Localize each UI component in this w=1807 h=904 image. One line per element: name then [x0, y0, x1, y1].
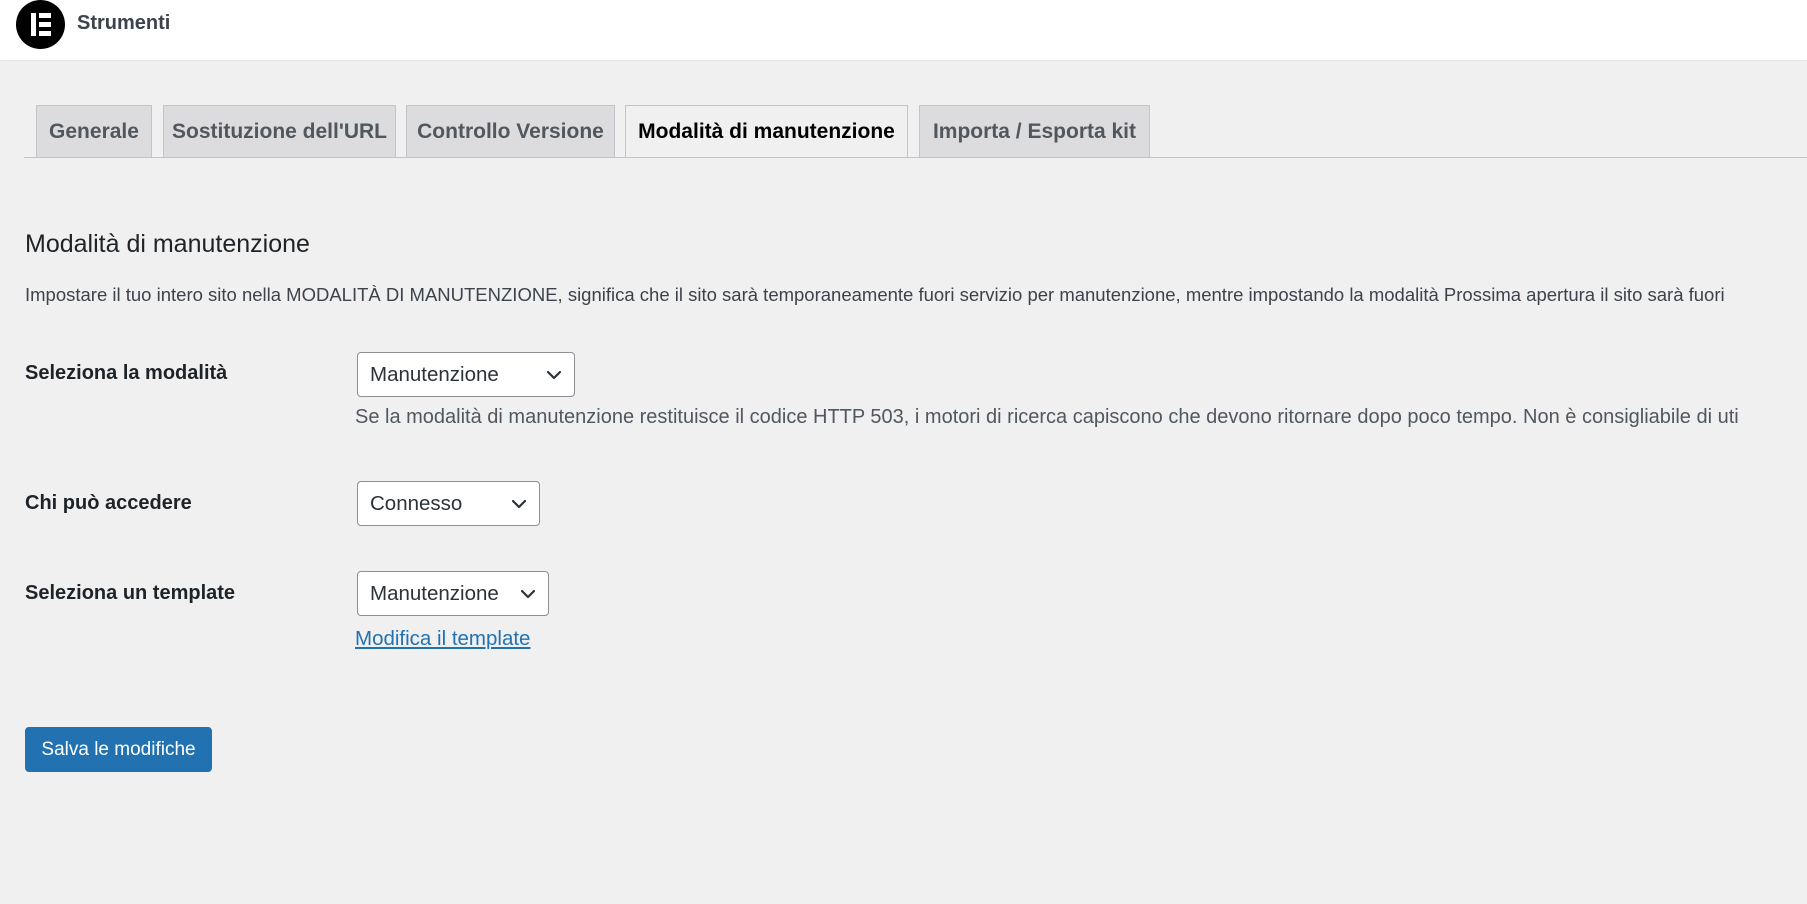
mode-select[interactable]: Manutenzione — [357, 352, 575, 397]
tab-import-export-kit[interactable]: Importa / Esporta kit — [919, 105, 1150, 157]
edit-template-link[interactable]: Modifica il template — [355, 625, 530, 653]
access-label: Chi può accedere — [25, 492, 192, 514]
tab-url-replacement[interactable]: Sostituzione dell'URL — [163, 105, 396, 157]
template-select[interactable]: Manutenzione — [357, 571, 549, 616]
tab-version-control[interactable]: Controllo Versione — [406, 105, 615, 157]
tabs-divider — [24, 157, 1807, 158]
chevron-down-icon — [511, 499, 527, 509]
mode-select-value: Manutenzione — [370, 363, 499, 386]
chevron-down-icon — [520, 589, 536, 599]
tab-generale[interactable]: Generale — [36, 105, 152, 157]
template-select-value: Manutenzione — [370, 582, 499, 605]
mode-help-text: Se la modalità di manutenzione restituis… — [355, 406, 1739, 428]
tab-maintenance-mode[interactable]: Modalità di manutenzione — [625, 105, 908, 158]
top-bar: Strumenti — [0, 0, 1807, 60]
page-title: Strumenti — [77, 12, 171, 34]
chevron-down-icon — [546, 370, 562, 380]
access-select[interactable]: Connesso — [357, 481, 540, 526]
access-select-value: Connesso — [370, 492, 463, 515]
save-button[interactable]: Salva le modifiche — [25, 727, 212, 772]
section-description: Impostare il tuo intero sito nella MODAL… — [25, 284, 1725, 305]
template-label: Seleziona un template — [25, 582, 236, 604]
section-title: Modalità di manutenzione — [25, 230, 310, 258]
mode-label: Seleziona la modalità — [25, 362, 228, 384]
elementor-logo-icon — [16, 0, 65, 49]
